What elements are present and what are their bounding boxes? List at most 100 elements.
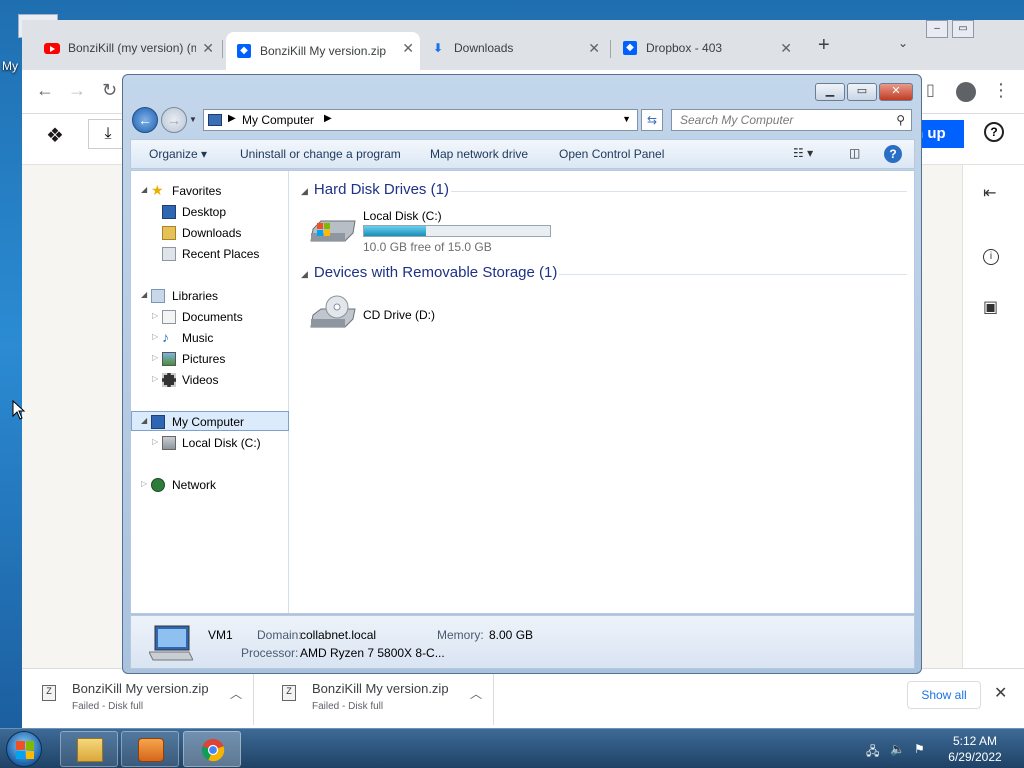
- dropbox-logo-icon[interactable]: ❖: [46, 123, 64, 148]
- start-button[interactable]: [6, 731, 42, 767]
- collapse-panel-icon[interactable]: ⇤: [983, 183, 996, 203]
- drive-d-name[interactable]: CD Drive (D:): [363, 308, 435, 322]
- collapsed-triangle-icon[interactable]: ▷: [152, 353, 158, 362]
- tab-dropbox-zip[interactable]: ◆ BonziKill My version.zip ✕: [226, 32, 420, 70]
- minimize-icon[interactable]: –: [926, 20, 948, 38]
- system-clock[interactable]: 5:12 AM 6/29/2022: [940, 733, 1010, 765]
- help-icon[interactable]: ?: [884, 145, 902, 163]
- tab-title: BonziKill My version.zip: [260, 44, 387, 58]
- forward-arrow-icon[interactable]: →: [161, 107, 187, 133]
- refresh-icon[interactable]: ⇆: [641, 109, 663, 131]
- breadcrumb[interactable]: My Computer: [242, 113, 314, 127]
- breadcrumb-arrow-icon[interactable]: ▶: [228, 113, 236, 124]
- kebab-menu-icon[interactable]: ⋮: [992, 80, 1010, 101]
- preview-pane-icon[interactable]: ◫: [849, 146, 860, 160]
- sidebar-toggle-icon[interactable]: ▯: [926, 80, 935, 100]
- help-icon[interactable]: ?: [984, 122, 1004, 142]
- nav-item-favorites[interactable]: ◢ ★ Favorites: [131, 181, 289, 201]
- maximize-icon[interactable]: ▭: [952, 20, 974, 38]
- maximize-icon[interactable]: ▭: [847, 83, 877, 101]
- open-control-panel-button[interactable]: Open Control Panel: [559, 147, 664, 161]
- download-item[interactable]: Z BonziKill My version.zip Failed - Disk…: [22, 669, 254, 725]
- hard-drive-icon: [162, 436, 176, 450]
- expanded-triangle-icon[interactable]: ◢: [141, 416, 147, 425]
- search-placeholder: Search My Computer: [680, 113, 794, 127]
- organize-label: Organize: [149, 147, 198, 161]
- map-network-drive-button[interactable]: Map network drive: [430, 147, 528, 161]
- nav-item-pictures[interactable]: ▷ Pictures: [131, 349, 289, 369]
- tab-search-chevron-icon[interactable]: ⌄: [898, 36, 908, 50]
- collapsed-triangle-icon[interactable]: ▷: [152, 374, 158, 383]
- network-tray-icon[interactable]: 🖧: [866, 742, 879, 763]
- close-icon[interactable]: ✕: [879, 83, 913, 101]
- tab-dropbox-403[interactable]: ◆ Dropbox - 403 ✕: [622, 32, 798, 64]
- group-header-removable[interactable]: ◢ Devices with Removable Storage (1): [301, 264, 557, 281]
- volume-icon[interactable]: 🔈: [890, 742, 905, 756]
- info-icon[interactable]: i: [983, 249, 999, 265]
- nav-item-desktop[interactable]: Desktop: [131, 202, 289, 222]
- nav-item-libraries[interactable]: ◢ Libraries: [131, 286, 289, 306]
- breadcrumb-arrow-icon[interactable]: ▶: [324, 113, 332, 124]
- nav-item-recent-places[interactable]: Recent Places: [131, 244, 289, 264]
- taskbar-chrome-button[interactable]: [183, 731, 241, 767]
- folder-icon: [77, 738, 103, 762]
- explorer-window: ▁ ▭ ✕ ← → ▼ ▶ My Computer ▶ ▼ ⇆ Search M…: [122, 74, 922, 674]
- address-bar[interactable]: ▶ My Computer ▶ ▼: [203, 109, 638, 131]
- minimize-icon[interactable]: ▁: [815, 83, 845, 101]
- close-tab-icon[interactable]: ✕: [588, 40, 600, 57]
- expanded-triangle-icon[interactable]: ◢: [141, 290, 147, 299]
- collapsed-triangle-icon[interactable]: ▷: [152, 437, 158, 446]
- collapsed-triangle-icon[interactable]: ▷: [141, 479, 147, 488]
- videos-icon: [162, 373, 176, 387]
- drive-c-name[interactable]: Local Disk (C:): [363, 209, 442, 223]
- close-tab-icon[interactable]: ✕: [402, 40, 414, 57]
- close-shelf-icon[interactable]: ✕: [994, 683, 1007, 703]
- action-center-flag-icon[interactable]: ⚑: [914, 742, 925, 756]
- uninstall-program-button[interactable]: Uninstall or change a program: [240, 147, 401, 161]
- view-options-icon[interactable]: ☷ ▾: [793, 146, 813, 160]
- organize-button[interactable]: Organize ▾: [149, 147, 207, 161]
- profile-avatar[interactable]: [956, 82, 976, 102]
- tab-youtube[interactable]: BonziKill (my version) (m ✕: [44, 32, 220, 64]
- nav-item-documents[interactable]: ▷ Documents: [131, 307, 289, 327]
- address-history-chevron-icon[interactable]: ▼: [622, 114, 631, 124]
- close-tab-icon[interactable]: ✕: [202, 40, 214, 57]
- desktop-computer-icon[interactable]: [4, 14, 58, 54]
- group-header-hard-disks[interactable]: ◢ Hard Disk Drives (1): [301, 181, 449, 198]
- mouse-cursor-icon: [12, 400, 26, 420]
- nav-item-videos[interactable]: ▷ Videos: [131, 370, 289, 390]
- back-arrow-icon[interactable]: ←: [132, 107, 158, 133]
- group-collapse-icon[interactable]: ◢: [301, 269, 308, 279]
- group-collapse-icon[interactable]: ◢: [301, 186, 308, 196]
- chevron-up-icon[interactable]: ︿: [470, 685, 482, 702]
- collapsed-triangle-icon[interactable]: ▷: [152, 332, 158, 341]
- download-item[interactable]: Z BonziKill My version.zip Failed - Disk…: [262, 669, 494, 725]
- nav-item-local-disk[interactable]: ▷ Local Disk (C:): [131, 433, 289, 453]
- nav-item-downloads[interactable]: Downloads: [131, 223, 289, 243]
- back-arrow-icon[interactable]: ←: [36, 80, 54, 101]
- nav-item-my-computer[interactable]: ◢ My Computer: [131, 411, 289, 431]
- tab-downloads[interactable]: ⬇ Downloads ✕: [430, 32, 606, 64]
- content-pane: ◢ Hard Disk Drives (1) Local Disk (C:) 10…: [291, 171, 915, 613]
- close-tab-icon[interactable]: ✕: [780, 40, 792, 57]
- group-label: Hard Disk Drives (1): [313, 181, 449, 198]
- new-tab-button[interactable]: +: [818, 34, 830, 57]
- group-divider: [451, 191, 907, 192]
- media-player-icon: [138, 738, 164, 762]
- search-icon[interactable]: ⚲: [896, 113, 905, 127]
- nav-item-music[interactable]: ▷ ♪ Music: [131, 328, 289, 348]
- taskbar-explorer-button[interactable]: [60, 731, 118, 767]
- tab-title: BonziKill (my version) (m: [68, 41, 196, 55]
- desktop-icon: [162, 205, 176, 219]
- collapsed-triangle-icon[interactable]: ▷: [152, 311, 158, 320]
- taskbar-media-player-button[interactable]: [121, 731, 179, 767]
- expanded-triangle-icon[interactable]: ◢: [141, 185, 147, 194]
- forward-arrow-icon[interactable]: →: [68, 80, 86, 101]
- chevron-up-icon[interactable]: ︿: [230, 685, 242, 702]
- nav-item-network[interactable]: ▷ Network: [131, 475, 289, 495]
- comment-icon[interactable]: ▣: [983, 297, 998, 317]
- show-all-button[interactable]: Show all: [907, 681, 981, 709]
- reload-icon[interactable]: ↻: [102, 80, 117, 101]
- search-input[interactable]: Search My Computer ⚲: [671, 109, 912, 131]
- recent-pages-chevron-icon[interactable]: ▼: [189, 115, 197, 124]
